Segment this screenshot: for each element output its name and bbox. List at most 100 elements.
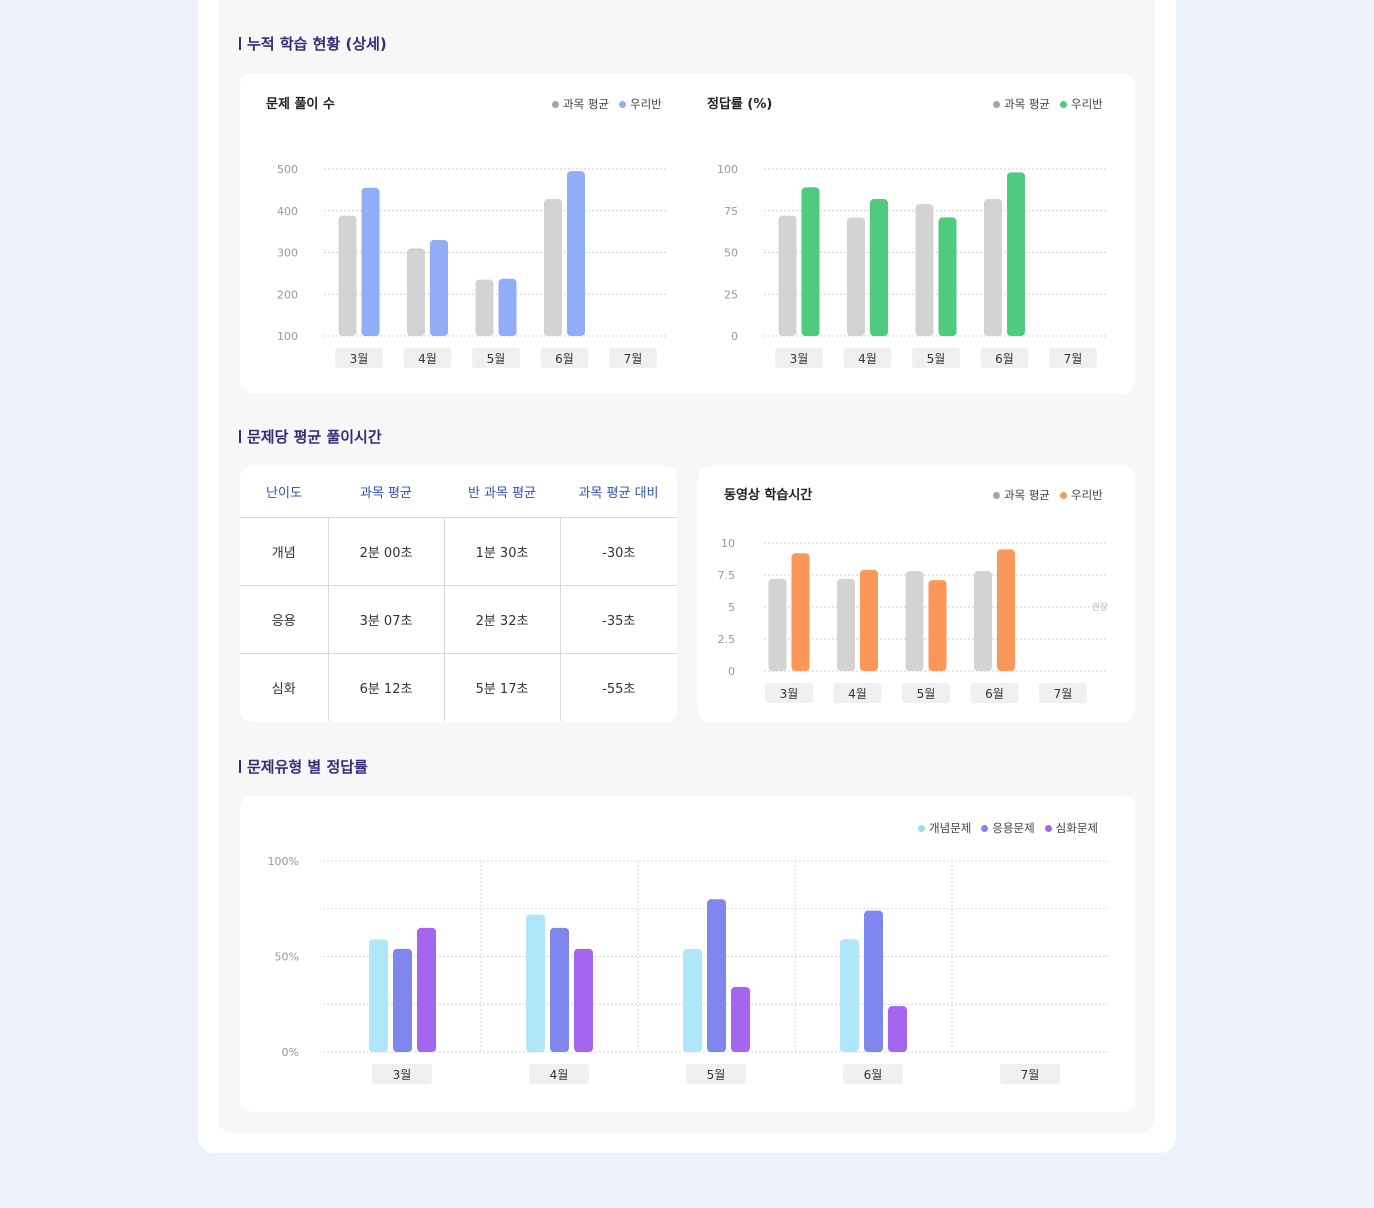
y-tick-label: 2.5 bbox=[718, 633, 736, 646]
legend-label: 우리반 bbox=[1070, 488, 1103, 502]
table-cell-class-avg: 1분 30초 bbox=[443, 517, 560, 586]
legend-dot bbox=[981, 824, 989, 832]
legend-item-our-class: 우리반 bbox=[618, 96, 662, 112]
y-tick-label: 100% bbox=[268, 855, 299, 868]
x-tick-label: 7월 bbox=[1054, 687, 1073, 701]
bar-our-class bbox=[938, 217, 957, 336]
y-tick-label: 100 bbox=[717, 163, 738, 176]
bar-subject-avg bbox=[847, 217, 865, 336]
bar-our-class bbox=[498, 278, 517, 336]
legend-label: 과목 평균 bbox=[563, 97, 609, 111]
bar-subject-avg bbox=[407, 248, 425, 336]
section-title-bar bbox=[239, 37, 241, 50]
table-cell-class-avg: 2분 32초 bbox=[443, 585, 560, 654]
table-cell-difficulty: 응용 bbox=[240, 585, 328, 654]
table-header-cell: 과목 평균 대비 bbox=[560, 466, 677, 518]
table-row: 심화 6분 12초 5분 17초 -55초 bbox=[240, 653, 677, 721]
chart-type-rate: 100% 50% 0% 3월 4월 5월 6월 7월 bbox=[268, 855, 1108, 1084]
legend-label: 개념문제 bbox=[929, 821, 972, 835]
bar-subject-avg bbox=[837, 578, 855, 671]
bar-our-class bbox=[860, 569, 878, 671]
x-tick-label: 5월 bbox=[707, 1068, 726, 1082]
section-title-text: 문제당 평균 풀이시간 bbox=[247, 428, 382, 446]
legend-dot bbox=[618, 100, 626, 108]
y-tick-label: 50% bbox=[275, 951, 299, 964]
table-row: 개념 2분 00초 1분 30초 -30초 bbox=[240, 517, 677, 586]
x-tick-label: 4월 bbox=[858, 352, 877, 366]
legend-type-rate: 개념문제 응용문제 심화문제 bbox=[918, 820, 1098, 836]
chart-title-solved: 문제 풀이 수 bbox=[266, 97, 335, 112]
y-tick-label: 200 bbox=[277, 288, 298, 301]
chart-solved-count: 500 400 300 200 100 3월 4월 5월 6월 7월 bbox=[277, 163, 668, 368]
difficulty-table-card: 난이도 과목 평균 반 과목 평균 과목 평균 대비 개념 2분 00초 1분 … bbox=[240, 466, 677, 722]
legend-item-our-class: 우리반 bbox=[1059, 96, 1103, 112]
bar-our-class bbox=[430, 239, 448, 336]
legend-item-applied: 응용문제 bbox=[981, 820, 1035, 836]
table-cell-subject-avg: 6분 12초 bbox=[327, 653, 444, 721]
table-cell-diff: -55초 bbox=[559, 653, 677, 721]
bar-applied bbox=[550, 927, 569, 1052]
bar-subject-avg bbox=[544, 199, 562, 336]
bar-advanced bbox=[888, 1006, 907, 1052]
legend-label: 응용문제 bbox=[992, 821, 1035, 835]
y-tick-label: 25 bbox=[724, 288, 738, 301]
table-row: 응용 3분 07초 2분 32초 -35초 bbox=[240, 585, 677, 654]
difficulty-table: 난이도 과목 평균 반 과목 평균 과목 평균 대비 개념 2분 00초 1분 … bbox=[240, 466, 677, 721]
x-tick-label: 6월 bbox=[985, 687, 1004, 701]
y-tick-label: 50 bbox=[724, 247, 738, 260]
x-tick-label: 3월 bbox=[780, 687, 799, 701]
x-tick-label: 7월 bbox=[1064, 352, 1083, 366]
x-tick-label: 3월 bbox=[393, 1068, 412, 1082]
table-cell-difficulty: 개념 bbox=[240, 517, 328, 586]
bar-subject-avg bbox=[778, 215, 797, 336]
y-tick-label: 10 bbox=[721, 537, 735, 550]
bar-subject-avg bbox=[475, 279, 494, 336]
table-cell-difficulty: 심화 bbox=[271, 681, 296, 697]
bar-our-class bbox=[791, 553, 810, 671]
legend-item-subject-avg: 과목 평균 bbox=[993, 96, 1050, 112]
legend-label: 우리반 bbox=[1070, 97, 1103, 111]
legend-label: 과목 평균 bbox=[1004, 488, 1050, 502]
bar-advanced bbox=[417, 927, 436, 1052]
x-tick-label: 7월 bbox=[1021, 1068, 1040, 1082]
bar-applied bbox=[707, 899, 726, 1052]
x-tick-label: 6월 bbox=[995, 352, 1014, 366]
section-title-text: 누적 학습 현황 (상세) bbox=[247, 35, 387, 53]
legend-dot bbox=[1059, 100, 1067, 108]
legend-label: 심화문제 bbox=[1055, 821, 1098, 835]
chart-accuracy: 100 75 50 25 0 3월 4월 5월 6월 7월 bbox=[717, 163, 1108, 368]
bar-subject-avg bbox=[984, 199, 1002, 336]
bar-our-class bbox=[801, 187, 820, 336]
table-cell-diff: -30초 bbox=[559, 517, 677, 586]
legend-dot bbox=[552, 100, 559, 108]
legend-accuracy: 과목 평균 우리반 bbox=[993, 96, 1103, 112]
table-header-row: 난이도 과목 평균 반 과목 평균 과목 평균 대비 bbox=[240, 466, 677, 518]
section-title-type-rate: 문제유형 별 정답률 bbox=[239, 756, 368, 777]
section-title-bar bbox=[239, 760, 241, 773]
table-header-cell: 반 과목 평균 bbox=[444, 466, 560, 518]
bar-our-class bbox=[997, 549, 1015, 671]
table-header-cell: 과목 평균 bbox=[328, 466, 444, 518]
bar-our-class bbox=[567, 171, 585, 336]
legend-label: 과목 평균 bbox=[1004, 97, 1050, 111]
legend-dot bbox=[1044, 824, 1052, 832]
legend-dot bbox=[993, 100, 1000, 108]
bar-subject-avg bbox=[905, 571, 924, 671]
y-tick-label: 0% bbox=[282, 1046, 299, 1059]
bar-subject-avg bbox=[338, 215, 357, 336]
table-cell-subject-avg: 3분 07초 bbox=[327, 585, 444, 654]
reference-label: 권장 bbox=[1091, 601, 1108, 613]
y-tick-label: 100 bbox=[277, 330, 298, 343]
x-tick-label: 6월 bbox=[555, 352, 574, 366]
legend-item-our-class: 우리반 bbox=[1059, 487, 1103, 503]
x-tick-label: 4월 bbox=[550, 1068, 569, 1082]
legend-item-concept: 개념문제 bbox=[918, 820, 971, 836]
y-tick-label: 5 bbox=[728, 601, 735, 614]
x-tick-label: 5월 bbox=[487, 352, 506, 366]
bar-subject-avg bbox=[915, 204, 934, 336]
legend-dot bbox=[993, 491, 1000, 499]
bar-concept bbox=[840, 939, 859, 1052]
legend-item-advanced: 심화문제 bbox=[1044, 820, 1098, 836]
y-tick-label: 7.5 bbox=[718, 569, 736, 582]
y-tick-label: 400 bbox=[277, 205, 298, 218]
